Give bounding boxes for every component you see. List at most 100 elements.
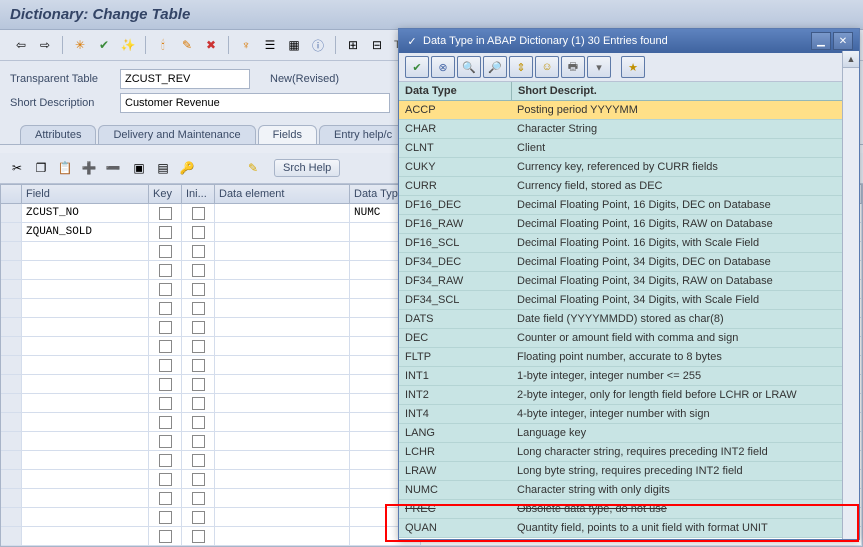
- cell-data-element[interactable]: [215, 204, 350, 222]
- row-selector[interactable]: [1, 394, 22, 412]
- cell-init[interactable]: [182, 242, 215, 260]
- forward-icon[interactable]: ⇨: [34, 34, 56, 56]
- popup-minimize-button[interactable]: ▁: [811, 32, 831, 50]
- popup-close-button[interactable]: ✕: [833, 32, 853, 50]
- checkbox[interactable]: [192, 492, 205, 505]
- cell-field[interactable]: [22, 242, 149, 260]
- cell-field[interactable]: [22, 299, 149, 317]
- list-item[interactable]: LANGLanguage key: [399, 424, 859, 443]
- row-selector[interactable]: [1, 204, 22, 222]
- list-item[interactable]: DECCounter or amount field with comma an…: [399, 329, 859, 348]
- cell-init[interactable]: [182, 375, 215, 393]
- checkbox[interactable]: [159, 283, 172, 296]
- cell-field[interactable]: [22, 261, 149, 279]
- cell-data-element[interactable]: [215, 223, 350, 241]
- cell-init[interactable]: [182, 356, 215, 374]
- cell-data-element[interactable]: [215, 470, 350, 488]
- wand-icon[interactable]: ✨: [117, 34, 139, 56]
- checkbox[interactable]: [192, 283, 205, 296]
- list-icon[interactable]: ☰: [259, 34, 281, 56]
- srch-help-button[interactable]: Srch Help: [274, 159, 340, 177]
- row-selector[interactable]: [1, 375, 22, 393]
- check-icon[interactable]: ✔: [93, 34, 115, 56]
- col-data-element[interactable]: Data element: [215, 185, 350, 203]
- checkbox[interactable]: [192, 378, 205, 391]
- checkbox[interactable]: [159, 492, 172, 505]
- cell-init[interactable]: [182, 394, 215, 412]
- popup-find-next-icon[interactable]: 🔎: [483, 56, 507, 78]
- checkbox[interactable]: [159, 226, 172, 239]
- cell-field[interactable]: [22, 432, 149, 450]
- delete-row-icon[interactable]: ➖: [102, 157, 124, 179]
- checkbox[interactable]: [159, 378, 172, 391]
- list-item[interactable]: QUANQuantity field, points to a unit fie…: [399, 519, 859, 538]
- cell-data-element[interactable]: [215, 299, 350, 317]
- paste-icon[interactable]: 📋: [54, 157, 76, 179]
- cell-data-element[interactable]: [215, 337, 350, 355]
- checkbox[interactable]: [159, 340, 172, 353]
- cell-field[interactable]: [22, 356, 149, 374]
- cell-field[interactable]: [22, 413, 149, 431]
- checkbox[interactable]: [159, 302, 172, 315]
- cell-key[interactable]: [149, 508, 182, 526]
- cell-key[interactable]: [149, 280, 182, 298]
- row-selector[interactable]: [1, 527, 22, 545]
- cell-key[interactable]: [149, 489, 182, 507]
- cell-init[interactable]: [182, 470, 215, 488]
- tab-delivery[interactable]: Delivery and Maintenance: [98, 125, 255, 144]
- expand-icon[interactable]: ▣: [128, 157, 150, 179]
- row-selector[interactable]: [1, 299, 22, 317]
- cell-key[interactable]: [149, 356, 182, 374]
- cell-field[interactable]: [22, 337, 149, 355]
- popup-find-icon[interactable]: 🔍: [457, 56, 481, 78]
- row-selector[interactable]: [1, 413, 22, 431]
- cell-key[interactable]: [149, 261, 182, 279]
- list-item[interactable]: DF34_SCLDecimal Floating Point, 34 Digit…: [399, 291, 859, 310]
- popup-print-icon[interactable]: 🖶: [561, 56, 585, 78]
- row-selector[interactable]: [1, 223, 22, 241]
- cell-field[interactable]: [22, 318, 149, 336]
- row-selector[interactable]: [1, 242, 22, 260]
- cell-data-element[interactable]: [215, 432, 350, 450]
- checkbox[interactable]: [192, 264, 205, 277]
- append-icon[interactable]: ⊟: [366, 34, 388, 56]
- checkbox[interactable]: [192, 359, 205, 372]
- row-selector[interactable]: [1, 318, 22, 336]
- scroll-up-icon[interactable]: ▲: [843, 51, 859, 68]
- col-key[interactable]: Key: [149, 185, 182, 203]
- cell-key[interactable]: [149, 413, 182, 431]
- checkbox[interactable]: [192, 245, 205, 258]
- list-item[interactable]: INT22-byte integer, only for length fiel…: [399, 386, 859, 405]
- cell-field[interactable]: [22, 489, 149, 507]
- cell-field[interactable]: [22, 375, 149, 393]
- checkbox[interactable]: [159, 245, 172, 258]
- cell-data-element[interactable]: [215, 451, 350, 469]
- checkbox[interactable]: [192, 416, 205, 429]
- popup-cancel-icon[interactable]: ⊗: [431, 56, 455, 78]
- cell-field[interactable]: [22, 280, 149, 298]
- cell-field[interactable]: [22, 394, 149, 412]
- checkbox[interactable]: [159, 359, 172, 372]
- cell-field[interactable]: [22, 527, 149, 545]
- back-icon[interactable]: ⇦: [10, 34, 32, 56]
- list-item[interactable]: CLNTClient: [399, 139, 859, 158]
- checkbox[interactable]: [159, 511, 172, 524]
- checkbox[interactable]: [192, 397, 205, 410]
- cell-field[interactable]: [22, 508, 149, 526]
- cell-data-element[interactable]: [215, 489, 350, 507]
- popup-sort-icon[interactable]: ⇕: [509, 56, 533, 78]
- hierarchy-icon[interactable]: ♆: [235, 34, 257, 56]
- cell-key[interactable]: [149, 318, 182, 336]
- popup-personal-icon[interactable]: ☺: [535, 56, 559, 78]
- checkbox[interactable]: [159, 321, 172, 334]
- cell-init[interactable]: [182, 261, 215, 279]
- list-item[interactable]: FLTPFloating point number, accurate to 8…: [399, 348, 859, 367]
- row-selector[interactable]: [1, 280, 22, 298]
- cell-field[interactable]: ZQUAN_SOLD: [22, 223, 149, 241]
- list-item[interactable]: CHARCharacter String: [399, 120, 859, 139]
- cell-key[interactable]: [149, 394, 182, 412]
- cell-data-element[interactable]: [215, 356, 350, 374]
- cell-data-element[interactable]: [215, 375, 350, 393]
- table-name-input[interactable]: [120, 69, 250, 89]
- activate-icon[interactable]: ✳: [69, 34, 91, 56]
